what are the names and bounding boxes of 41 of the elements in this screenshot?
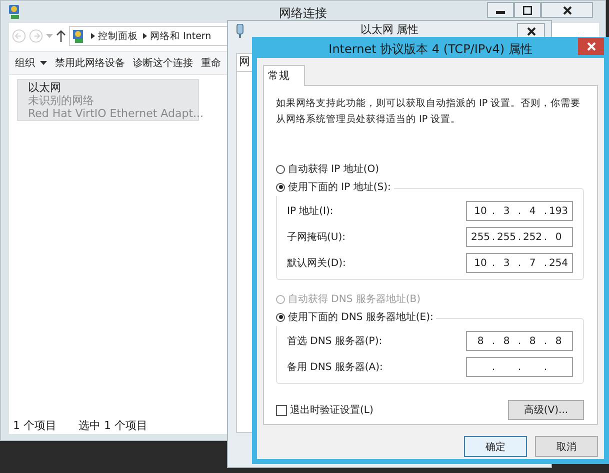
minimize-icon <box>496 11 505 14</box>
window-title: 网络连接 <box>279 5 327 22</box>
advanced-button[interactable]: 高级(V)... <box>508 400 584 420</box>
ip-address-field[interactable]: 255 . 255 . 252 . 0 <box>466 227 573 247</box>
field-label: 默认网关(D): <box>287 256 346 270</box>
breadcrumb-item[interactable]: 网络和 Intern <box>150 30 212 42</box>
field-label: IP 地址(I): <box>287 204 334 218</box>
caret-icon <box>40 60 47 66</box>
description-text: 如果网络支持此功能，则可以获取自动指派的 IP 设置。否则，你需要从网络系统管理员处获得适当的 IP 设置。 <box>276 97 582 127</box>
status-text: 1 个项目 <box>13 418 56 432</box>
breadcrumb-item[interactable]: 控制面板 <box>98 30 138 42</box>
status-text: 选中 1 个项目 <box>78 418 148 432</box>
adapter-name: 以太网 <box>28 80 62 94</box>
ip-address-field[interactable]: 8 . 8 . 8 . 8 <box>466 331 573 351</box>
up-arrow-icon[interactable] <box>56 30 66 42</box>
field-label: 首选 DNS 服务器(P): <box>287 334 382 348</box>
close-button[interactable] <box>541 2 593 18</box>
control-panel-icon <box>72 29 86 43</box>
close-icon <box>586 42 596 51</box>
adapter-status: 未识别的网络 <box>28 94 95 106</box>
ok-button[interactable]: 确定 <box>464 436 527 457</box>
ip-address-field[interactable]: 10 . 3 . 7 . 254 <box>466 253 573 273</box>
toolbar-button[interactable]: 诊断这个连接 <box>133 56 193 70</box>
chevron-icon <box>141 32 147 40</box>
toolbar-button[interactable]: 禁用此网络设备 <box>55 56 125 70</box>
chevron-icon <box>89 32 95 40</box>
toolbar-button[interactable]: 组织 <box>15 56 47 70</box>
maximize-button[interactable] <box>514 2 541 18</box>
ip-address-field[interactable]: 10 . 3 . 4 . 193 <box>466 201 573 221</box>
plug-icon <box>236 24 244 38</box>
maximize-icon <box>523 6 532 14</box>
close-icon <box>562 6 572 14</box>
ip-address-field[interactable]: . . . <box>466 357 573 377</box>
close-icon <box>526 26 536 36</box>
tab[interactable]: 常规 <box>263 65 305 86</box>
checkbox[interactable]: 退出时验证设置(L) <box>276 403 374 417</box>
toolbar-button[interactable]: 重命 <box>201 56 221 70</box>
field-label: 备用 DNS 服务器(A): <box>287 361 383 374</box>
field-label: 子网掩码(U): <box>287 231 346 244</box>
cancel-button[interactable]: 取消 <box>535 436 598 457</box>
minimize-button[interactable] <box>487 2 514 18</box>
